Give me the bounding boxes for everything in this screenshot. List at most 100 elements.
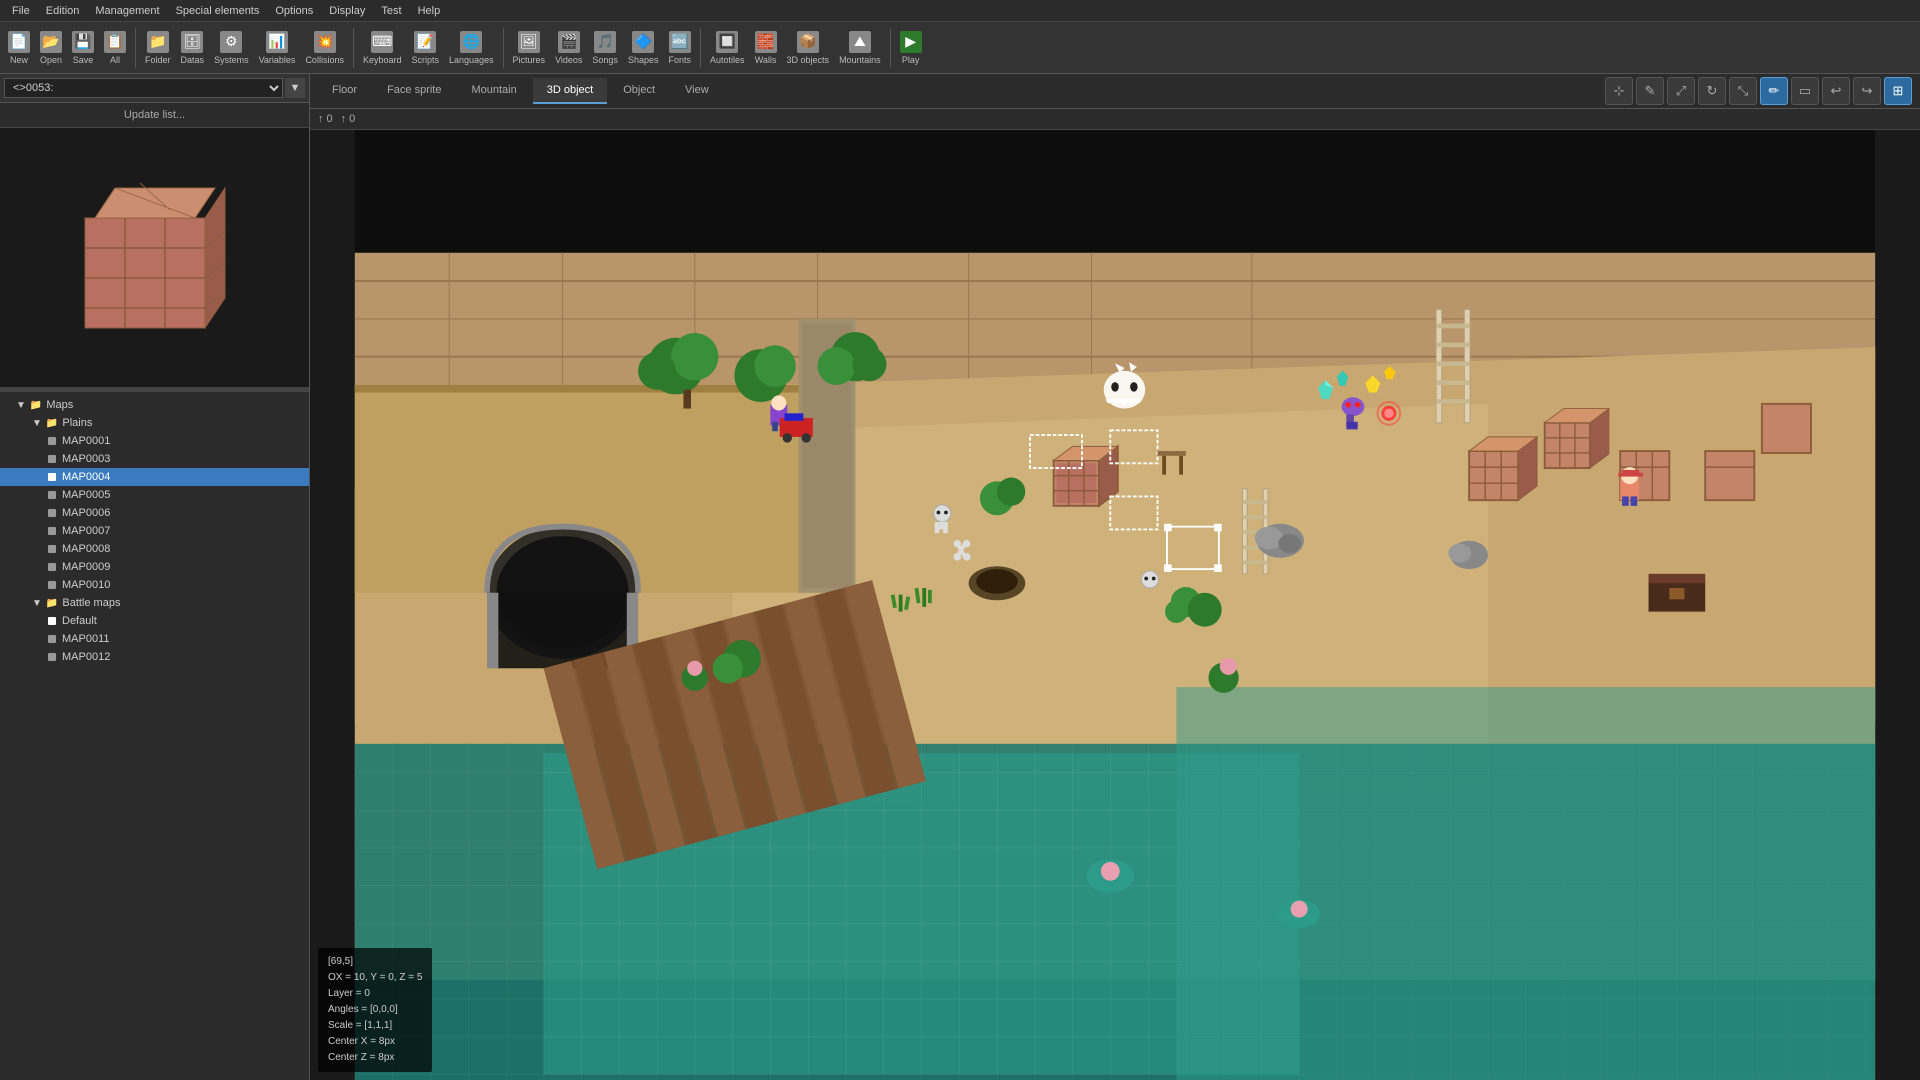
- toolbar-save[interactable]: 💾 Save: [68, 29, 98, 67]
- main-layout: <>0053: ▼ Update list...: [0, 74, 1920, 1080]
- keyboard-label: Keyboard: [363, 55, 402, 65]
- 3dobjects-label: 3D objects: [787, 55, 830, 65]
- tool-fill[interactable]: ⊞: [1884, 77, 1912, 105]
- map0010-label: MAP0010: [62, 579, 110, 591]
- tree-map0005[interactable]: MAP0005: [0, 486, 309, 504]
- map0003-label: MAP0003: [62, 453, 110, 465]
- toolbar-keyboard[interactable]: ⌨ Keyboard: [359, 29, 406, 67]
- tree-map0009[interactable]: MAP0009: [0, 558, 309, 576]
- tab-floor[interactable]: Floor: [318, 78, 371, 104]
- toolbar-autotiles[interactable]: 🔲 Autotiles: [706, 29, 749, 67]
- tree-plains[interactable]: ▼ 📁 Plains: [0, 414, 309, 432]
- toolbar-walls[interactable]: 🧱 Walls: [751, 29, 781, 67]
- toolbar-videos[interactable]: 🎬 Videos: [551, 29, 586, 67]
- toolbar-systems[interactable]: ⚙ Systems: [210, 29, 253, 67]
- toolbar-new[interactable]: 📄 New: [4, 29, 34, 67]
- menu-edition[interactable]: Edition: [38, 3, 88, 19]
- tool-eraser[interactable]: ▭: [1791, 77, 1819, 105]
- menu-options[interactable]: Options: [267, 3, 321, 19]
- toolbar-fonts[interactable]: 🔤 Fonts: [664, 29, 695, 67]
- tree-maps-root[interactable]: ▼ 📁 Maps: [0, 396, 309, 414]
- tree-battle-maps[interactable]: ▼ 📁 Battle maps: [0, 594, 309, 612]
- tool-rotate[interactable]: ↻: [1698, 77, 1726, 105]
- tool-draw[interactable]: ✏: [1760, 77, 1788, 105]
- toolbar-languages[interactable]: 🌐 Languages: [445, 29, 498, 67]
- plains-folder-icon: 📁: [46, 418, 58, 429]
- map0007-dot: [48, 527, 56, 535]
- default-label: Default: [62, 615, 97, 627]
- x-arrow-icon: ↑: [318, 113, 324, 125]
- menu-display[interactable]: Display: [321, 3, 373, 19]
- tool-undo[interactable]: ↩: [1822, 77, 1850, 105]
- toolbar-pictures[interactable]: 🖼 Pictures: [509, 29, 550, 67]
- menu-management[interactable]: Management: [87, 3, 167, 19]
- coord-bar: ↑ 0 ↑ 0: [310, 109, 1920, 130]
- videos-label: Videos: [555, 55, 582, 65]
- tree-map0003[interactable]: MAP0003: [0, 450, 309, 468]
- menu-file[interactable]: File: [4, 3, 38, 19]
- tree-map0004[interactable]: MAP0004: [0, 468, 309, 486]
- preview-area: [0, 128, 309, 388]
- tree-map0011[interactable]: MAP0011: [0, 630, 309, 648]
- toolbar-open[interactable]: 📂 Open: [36, 29, 66, 67]
- toolbar-mountains[interactable]: ⛰ Mountains: [835, 29, 885, 67]
- tab-face-sprite[interactable]: Face sprite: [373, 78, 455, 104]
- info-line2: OX = 10, Y = 0, Z = 5: [328, 970, 422, 986]
- collisions-label: Collisions: [305, 55, 344, 65]
- shapes-label: Shapes: [628, 55, 659, 65]
- info-line4: Angles = [0,0,0]: [328, 1002, 422, 1018]
- tool-scale[interactable]: ⤡: [1729, 77, 1757, 105]
- map-select[interactable]: <>0053:: [4, 78, 283, 98]
- toolbar-all[interactable]: 📋 All: [100, 29, 130, 67]
- tree-map0006[interactable]: MAP0006: [0, 504, 309, 522]
- tree-map0010[interactable]: MAP0010: [0, 576, 309, 594]
- map-dropdown-btn[interactable]: ▼: [285, 78, 305, 98]
- tree-default[interactable]: Default: [0, 612, 309, 630]
- walls-icon: 🧱: [755, 31, 777, 53]
- plains-triangle-icon: ▼: [32, 418, 42, 429]
- view-tools: ⊹ ✎ ⤢ ↻ ⤡ ✏ ▭ ↩ ↪ ⊞: [1605, 77, 1912, 105]
- toolbar-collisions[interactable]: 💥 Collisions: [301, 29, 348, 67]
- tree-map0008[interactable]: MAP0008: [0, 540, 309, 558]
- systems-icon: ⚙: [220, 31, 242, 53]
- map0004-dot: [48, 473, 56, 481]
- tab-3d-object[interactable]: 3D object: [533, 78, 607, 104]
- map0001-dot: [48, 437, 56, 445]
- tree-map0012[interactable]: MAP0012: [0, 648, 309, 666]
- toolbar-songs[interactable]: 🎵 Songs: [588, 29, 622, 67]
- folder-icon: 📁: [147, 31, 169, 53]
- map0003-dot: [48, 455, 56, 463]
- tool-select[interactable]: ⊹: [1605, 77, 1633, 105]
- right-panel: Floor Face sprite Mountain 3D object Obj…: [310, 74, 1920, 1080]
- tree-map0007[interactable]: MAP0007: [0, 522, 309, 540]
- tool-redo[interactable]: ↪: [1853, 77, 1881, 105]
- languages-label: Languages: [449, 55, 494, 65]
- toolbar-play[interactable]: ▶ Play: [896, 29, 926, 67]
- toolbar-scripts[interactable]: 📝 Scripts: [407, 29, 443, 67]
- toolbar-shapes[interactable]: 🔷 Shapes: [624, 29, 663, 67]
- systems-label: Systems: [214, 55, 249, 65]
- menu-special-elements[interactable]: Special elements: [168, 3, 268, 19]
- toolbar-3dobjects[interactable]: 📦 3D objects: [783, 29, 834, 67]
- map0006-label: MAP0006: [62, 507, 110, 519]
- mountains-label: Mountains: [839, 55, 881, 65]
- tab-view[interactable]: View: [671, 78, 723, 104]
- toolbar-folder[interactable]: 📁 Folder: [141, 29, 175, 67]
- tab-mountain[interactable]: Mountain: [457, 78, 530, 104]
- canvas-area[interactable]: [69,5] OX = 10, Y = 0, Z = 5 Layer = 0 A…: [310, 130, 1920, 1080]
- update-list-button[interactable]: Update list...: [0, 103, 309, 128]
- info-overlay: [69,5] OX = 10, Y = 0, Z = 5 Layer = 0 A…: [318, 948, 432, 1072]
- maps-label: Maps: [46, 399, 73, 411]
- tool-pencil[interactable]: ✎: [1636, 77, 1664, 105]
- toolbar-variables[interactable]: 📊 Variables: [255, 29, 300, 67]
- triangle-icon: ▼: [16, 400, 26, 411]
- tree-map0001[interactable]: MAP0001: [0, 432, 309, 450]
- map0010-dot: [48, 581, 56, 589]
- tab-object[interactable]: Object: [609, 78, 669, 104]
- keyboard-icon: ⌨: [371, 31, 393, 53]
- menu-test[interactable]: Test: [373, 3, 409, 19]
- toolbar-datas[interactable]: 🗄 Datas: [177, 29, 209, 67]
- menu-help[interactable]: Help: [410, 3, 449, 19]
- collisions-icon: 💥: [314, 31, 336, 53]
- tool-move[interactable]: ⤢: [1667, 77, 1695, 105]
